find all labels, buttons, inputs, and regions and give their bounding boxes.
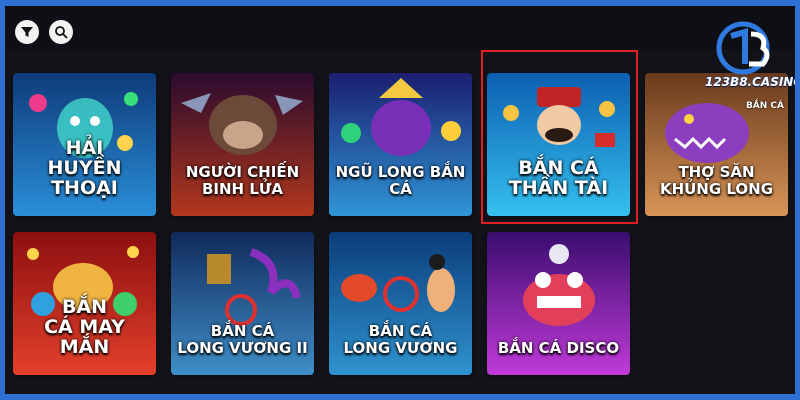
game-tile-ban-ca-may-man[interactable]: BẮN CÁ MAY MẮN — [13, 232, 156, 375]
filter-button[interactable] — [15, 20, 39, 44]
game-tile-nguoi-chien-binh-lua[interactable]: NGƯỜI CHIẾN BINH LỬA — [171, 73, 314, 216]
game-tile-ban-ca-long-vuong[interactable]: BẮN CÁ LONG VƯƠNG — [329, 232, 472, 375]
brand-emblem-icon — [716, 21, 770, 75]
game-title: NGŨ LONG BẮN CÁ — [335, 163, 466, 198]
toolbar — [5, 6, 795, 50]
search-button[interactable] — [49, 20, 73, 44]
brand-logo[interactable]: 123B8.CASINO — [705, 20, 795, 92]
game-lobby-frame: HẢI HUYỀN THOẠI NGƯỜI CHIẾN BINH LỬA NGŨ… — [5, 6, 795, 394]
game-title: BẮN CÁ THẦN TÀI — [508, 157, 609, 199]
game-title: BẮN CÁ MAY MẮN — [44, 296, 125, 358]
search-icon — [55, 26, 68, 39]
game-tile-tho-san-khung-long[interactable]: BẮN CÁ THỢ SĂN KHỦNG LONG — [645, 73, 788, 216]
game-badge: BẮN CÁ — [745, 101, 784, 111]
game-tile-hai-huyen-thoai[interactable]: HẢI HUYỀN THOẠI — [13, 73, 156, 216]
game-title: BẮN CÁ LONG VƯƠNG — [343, 322, 458, 357]
filter-icon — [21, 27, 33, 37]
game-title: NGƯỜI CHIẾN BINH LỬA — [185, 163, 300, 198]
game-title: THỢ SĂN KHỦNG LONG — [659, 163, 774, 198]
game-title: BẮN CÁ LONG VƯƠNG II — [177, 322, 308, 357]
game-tile-ban-ca-long-vuong-2[interactable]: BẮN CÁ LONG VƯƠNG II — [171, 232, 314, 375]
game-title: BẮN CÁ DISCO — [497, 339, 620, 357]
game-tile-ban-ca-than-tai[interactable]: BẮN CÁ THẦN TÀI — [487, 73, 630, 216]
brand-logo-text: 123B8.CASINO — [705, 75, 795, 89]
game-tile-ngu-long-ban-ca[interactable]: NGŨ LONG BẮN CÁ — [329, 73, 472, 216]
game-title: HẢI HUYỀN THOẠI — [47, 137, 122, 199]
game-tile-ban-ca-disco[interactable]: BẮN CÁ DISCO — [487, 232, 630, 375]
